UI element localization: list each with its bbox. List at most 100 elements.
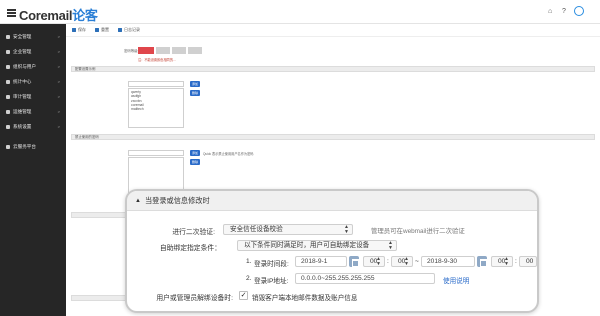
calendar-icon[interactable]	[349, 256, 359, 267]
end-min-select[interactable]: 00	[519, 256, 537, 267]
save-button[interactable]: 保存	[72, 27, 86, 33]
section-header-2[interactable]: 配置设置示例	[71, 66, 595, 72]
sidebar-item-label: 系统设置	[13, 123, 32, 129]
password-add-input[interactable]	[128, 81, 184, 87]
self-bind-condition-value: 以下条件同时满足时，用户可自助绑定设备	[244, 242, 370, 249]
level-swatch-red[interactable]	[138, 47, 154, 54]
delete-password-button[interactable]: 删除	[190, 90, 200, 96]
time-colon: :	[387, 258, 389, 265]
home-icon[interactable]: ⌂	[548, 8, 552, 15]
password-listbox[interactable]: qwerty asdfgh zxcvbn coremail mailtech	[128, 88, 184, 128]
select-updown-icon: ▲ ▼	[388, 240, 393, 251]
sidebar: 安全管理 > 企业管理 > 组织与用户 > 统计中心 > 审计管理 > 运维管理 > 系统设…	[0, 24, 66, 316]
log-icon	[118, 28, 122, 32]
security-level-label: 密码等级:	[124, 49, 139, 53]
building-icon	[6, 49, 10, 54]
login-ip-label: 登录IP地址:	[254, 278, 289, 285]
unbind-label: 用户或管理员解绑设备时:	[156, 295, 233, 302]
shield-icon	[6, 34, 10, 39]
device-binding-dialog: ▲ 当登录或信息修改时 进行二次验证: 安全信任设备校验 ▲ ▼ 管理员可在web…	[125, 189, 539, 313]
brand-logo: Coremail论客	[19, 5, 98, 24]
sidebar-item-label: 审计管理	[13, 93, 32, 99]
sidebar-item-stats[interactable]: 统计中心 >	[0, 74, 66, 89]
level-swatch-gray-1[interactable]	[156, 47, 170, 54]
sidebar-item-org-users[interactable]: 组织与用户 >	[0, 59, 66, 74]
section-header-4[interactable]	[71, 212, 126, 218]
login-time-label: 登录时间段:	[254, 261, 289, 268]
help-icon[interactable]: ?	[562, 8, 566, 15]
self-bind-condition-select[interactable]: 以下条件同时满足时，用户可自助绑定设备 ▲ ▼	[237, 240, 397, 251]
start-hour-select[interactable]: 00 ▲ ▼	[363, 256, 385, 267]
calendar-icon[interactable]	[477, 256, 487, 267]
destroy-data-label: 销毁客户端本地邮件数据及账户信息	[252, 295, 358, 302]
menu-icon[interactable]	[7, 9, 16, 17]
keyword-input[interactable]	[128, 150, 184, 156]
audit-icon	[6, 94, 10, 99]
select-updown-icon: ▲ ▼	[404, 256, 409, 267]
chevron-right-icon: >	[57, 34, 60, 39]
condition-2-number: 2.	[246, 275, 252, 282]
level-swatch-gray-3[interactable]	[188, 47, 202, 54]
section-header-3[interactable]: 禁止使用的密码	[71, 134, 595, 140]
time-colon: :	[515, 258, 517, 265]
end-date-input[interactable]: 2018-9-30	[421, 256, 475, 267]
add-password-button[interactable]: 添加	[190, 81, 200, 87]
reset-label: 重置	[101, 27, 109, 32]
log-button[interactable]: 日志记录	[118, 27, 140, 33]
users-icon	[6, 64, 10, 69]
brand-latin: Coremail	[19, 8, 73, 23]
sidebar-item-label: 组织与用户	[13, 63, 36, 69]
verify-hint: 管理员可在webmail进行二次验证	[371, 228, 465, 235]
select-updown-icon: ▲ ▼	[344, 224, 349, 235]
ip-range-input[interactable]: 0.0.0.0~255.255.255.255	[295, 273, 435, 284]
sidebar-item-label: 安全管理	[13, 33, 32, 39]
chevron-right-icon: >	[57, 109, 60, 114]
sidebar-item-label: 云服务平台	[13, 143, 36, 149]
self-bind-label: 自助绑定指定条件：	[159, 245, 221, 252]
condition-1-number: 1.	[246, 258, 252, 265]
date-range-separator: ~	[415, 258, 419, 265]
collapse-caret-icon[interactable]: ▲	[135, 198, 141, 204]
delete-keyword-button[interactable]: 删除	[190, 159, 200, 165]
wrench-icon	[6, 109, 10, 114]
section-header-5[interactable]	[71, 295, 126, 301]
end-hour-select[interactable]: 00 ▲ ▼	[491, 256, 513, 267]
top-bar: Coremail论客 ⌂ ?	[0, 0, 600, 24]
sidebar-item-audit[interactable]: 审计管理 >	[0, 89, 66, 104]
save-icon	[72, 28, 76, 32]
toolbar: 保存 重置 日志记录	[66, 24, 600, 37]
sidebar-item-enterprise[interactable]: 企业管理 >	[0, 44, 66, 59]
sidebar-item-label: 运维管理	[13, 108, 32, 114]
save-label: 保存	[78, 27, 86, 32]
cloud-icon	[6, 144, 10, 149]
level-swatch-gray-2[interactable]	[172, 47, 186, 54]
add-keyword-button[interactable]: 添加	[190, 150, 200, 156]
select-updown-icon: ▲ ▼	[376, 256, 381, 267]
verify-method-select[interactable]: 安全信任设备校验 ▲ ▼	[223, 224, 353, 235]
end-min-value: 00	[526, 258, 534, 265]
chevron-right-icon: >	[57, 94, 60, 99]
start-min-select[interactable]: 00 ▲ ▼	[391, 256, 413, 267]
list-item[interactable]: mailtech	[131, 107, 181, 111]
chart-icon	[6, 79, 10, 84]
usage-help-link[interactable]: 使用说明	[443, 275, 469, 285]
reset-button[interactable]: 重置	[95, 27, 109, 33]
chevron-right-icon: >	[57, 79, 60, 84]
sidebar-item-ops[interactable]: 运维管理 >	[0, 104, 66, 119]
user-avatar-icon[interactable]	[574, 6, 584, 16]
gear-icon	[6, 124, 10, 129]
sidebar-item-label: 企业管理	[13, 48, 32, 54]
chevron-right-icon: >	[57, 49, 60, 54]
verify-method-value: 安全信任设备校验	[230, 226, 283, 233]
sidebar-item-settings[interactable]: 系统设置 >	[0, 119, 66, 134]
sidebar-item-security[interactable]: 安全管理 >	[0, 29, 66, 44]
brand-cn: 论客	[72, 8, 98, 23]
start-date-input[interactable]: 2018-9-1	[295, 256, 347, 267]
destroy-data-checkbox[interactable]: ✓	[239, 291, 248, 300]
dialog-header[interactable]: ▲ 当登录或信息修改时	[127, 191, 537, 211]
dialog-title: 当登录或信息修改时	[144, 195, 210, 205]
chevron-right-icon: >	[57, 64, 60, 69]
sidebar-item-label: 统计中心	[13, 78, 32, 84]
sidebar-item-cloud[interactable]: 云服务平台	[0, 139, 66, 154]
verify-label: 进行二次验证:	[172, 229, 215, 236]
